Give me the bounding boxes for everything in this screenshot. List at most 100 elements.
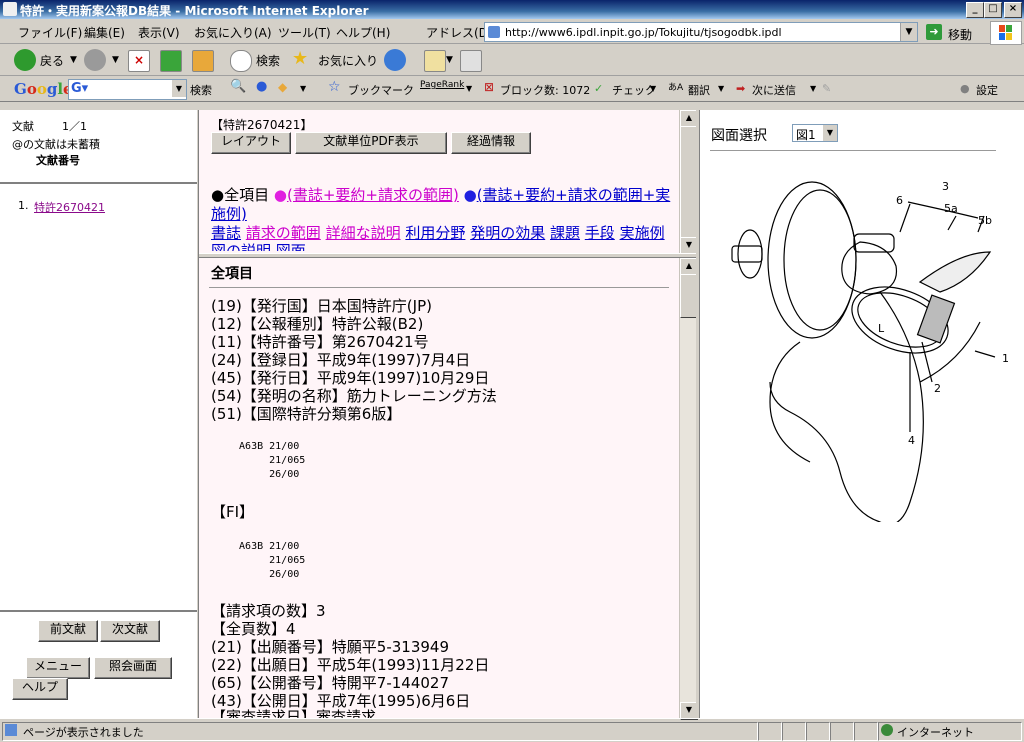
- doc-count: 1／1: [62, 120, 87, 133]
- back-icon[interactable]: [14, 49, 36, 71]
- address-label: アドレス(D): [426, 26, 493, 40]
- translate-icon[interactable]: あA: [668, 80, 683, 93]
- figure-label: L: [878, 322, 885, 335]
- history-button[interactable]: 経過情報: [451, 132, 531, 154]
- search-icon[interactable]: [230, 50, 252, 72]
- status-pane: [806, 722, 830, 741]
- home-icon[interactable]: [192, 50, 214, 72]
- google-search-input[interactable]: G▾ ▼: [68, 79, 187, 100]
- content-scrollbar[interactable]: ▲ ▼: [679, 258, 698, 720]
- address-bar[interactable]: http://www6.ipdl.inpit.go.jp/Tokujitu/tj…: [484, 22, 918, 42]
- forward-dropdown-icon[interactable]: ▼: [112, 55, 119, 65]
- translate-button[interactable]: 翻訳: [688, 82, 710, 98]
- globe-icon[interactable]: ●: [256, 79, 267, 94]
- search-button[interactable]: 検索: [256, 52, 280, 69]
- layout-button[interactable]: レイアウト: [211, 132, 291, 154]
- figure-label: 2: [934, 382, 941, 395]
- mail-icon[interactable]: [424, 50, 446, 72]
- options-dropdown-icon[interactable]: ▼: [300, 84, 306, 93]
- link-detailed-description[interactable]: 詳細な説明: [326, 224, 401, 242]
- link-figure-description[interactable]: 図の説明: [211, 242, 271, 251]
- figure-label: 4: [908, 434, 915, 447]
- go-button[interactable]: 移動: [948, 26, 972, 43]
- list-item-link[interactable]: 特許2670421: [34, 199, 105, 215]
- send-dropdown-icon[interactable]: ▼: [810, 84, 816, 93]
- close-button[interactable]: ×: [1004, 2, 1022, 18]
- status-message: ページが表示されました: [23, 726, 144, 739]
- stop-icon[interactable]: ×: [128, 50, 150, 72]
- status-pane: [854, 722, 878, 741]
- zone-pane: インターネット: [878, 722, 1022, 741]
- back-button[interactable]: 戻る: [40, 52, 64, 69]
- nav-frame: 【特許2670421】 レイアウト 文献単位PDF表示 経過情報 ●全項目 ●(…: [199, 110, 698, 255]
- refresh-icon[interactable]: [160, 50, 182, 72]
- link-effect[interactable]: 発明の効果: [470, 224, 545, 242]
- address-url[interactable]: http://www6.ipdl.inpit.go.jp/Tokujitu/tj…: [505, 26, 782, 39]
- link-problem[interactable]: 課題: [550, 224, 580, 242]
- link-means[interactable]: 手段: [585, 224, 615, 242]
- google-search-dropdown-icon[interactable]: ▼: [172, 80, 186, 97]
- popup-icon[interactable]: ◆: [278, 80, 287, 94]
- pdf-button[interactable]: 文献単位PDF表示: [295, 132, 447, 154]
- link-biblio[interactable]: 書誌: [211, 224, 241, 242]
- back-dropdown-icon[interactable]: ▼: [70, 55, 77, 65]
- maximize-button[interactable]: □: [984, 2, 1002, 18]
- bookmarks-button[interactable]: ブックマーク: [348, 82, 414, 98]
- menu-favorites[interactable]: お気に入り(A): [194, 24, 272, 41]
- help-button[interactable]: ヘルプ: [12, 678, 68, 700]
- status-pane: [782, 722, 806, 741]
- link-claims[interactable]: 請求の範囲: [246, 224, 321, 242]
- settings-icon[interactable]: ●: [960, 82, 970, 95]
- biblio-abstract-claims-link[interactable]: (書誌+要約+請求の範囲): [287, 186, 459, 204]
- address-dropdown-icon[interactable]: ▼: [900, 23, 917, 41]
- go-arrow-icon[interactable]: ➜: [926, 24, 942, 40]
- nav-scrollbar[interactable]: ▲ ▼: [679, 110, 698, 255]
- pagerank-label[interactable]: PageRank: [420, 80, 464, 90]
- pagerank-dropdown-icon[interactable]: ▼: [466, 84, 472, 93]
- link-drawings[interactable]: 図面: [276, 242, 306, 251]
- spellcheck-icon[interactable]: ✓: [594, 82, 603, 95]
- next-doc-button[interactable]: 次文献: [100, 620, 160, 642]
- content-frame: 全項目 (19)【発行国】日本国特許庁(JP) (12)【公報種別】特許公報(B…: [199, 258, 698, 720]
- send-to-button[interactable]: 次に送信: [752, 82, 796, 98]
- status-bar: ページが表示されました インターネット: [0, 718, 1024, 742]
- settings-button[interactable]: 設定: [976, 82, 998, 98]
- figure-select-dropdown-icon[interactable]: ▼: [823, 125, 837, 141]
- google-g-icon: G▾: [71, 81, 89, 96]
- google-search-button[interactable]: 検索: [190, 82, 212, 98]
- inquiry-button[interactable]: 照会画面: [94, 657, 172, 679]
- menu-view[interactable]: 表示(V): [138, 24, 180, 41]
- popup-blocked-count[interactable]: ブロック数: 1072: [500, 82, 590, 98]
- menu-help[interactable]: ヘルプ(H): [336, 24, 390, 41]
- unsaved-note: @の文献は未蓄積: [12, 138, 100, 151]
- link-field[interactable]: 利用分野: [405, 224, 465, 242]
- popup-blocker-icon[interactable]: ⊠: [484, 80, 494, 94]
- menu-button[interactable]: メニュー: [26, 657, 90, 679]
- ie-icon: [3, 2, 17, 16]
- minimize-button[interactable]: _: [966, 2, 984, 18]
- highlighter-icon[interactable]: ✎: [822, 82, 831, 95]
- bookmark-star-icon[interactable]: ☆: [328, 79, 341, 95]
- all-items-bullet-icon: ●: [211, 186, 225, 204]
- figure-select-value[interactable]: 図1: [796, 126, 816, 143]
- print-icon[interactable]: [460, 50, 482, 72]
- status-pane: [758, 722, 782, 741]
- menu-file[interactable]: ファイル(F): [18, 24, 82, 41]
- favorites-star-icon[interactable]: ★: [292, 48, 308, 69]
- spellcheck-dropdown-icon[interactable]: ▼: [650, 84, 656, 93]
- figure-frame: 図面選択 図1 ▼ 3 6 5a 5b L 1 2 4: [700, 110, 1024, 718]
- history-icon[interactable]: [384, 49, 406, 71]
- view-options: ●全項目 ●(書誌+要約+請求の範囲) ●(書誌+要約+請求の範囲+実施例): [211, 186, 673, 224]
- menu-tools[interactable]: ツール(T): [278, 24, 331, 41]
- link-examples[interactable]: 実施例: [620, 224, 665, 242]
- translate-dropdown-icon[interactable]: ▼: [718, 84, 724, 93]
- favorites-button[interactable]: お気に入り: [318, 52, 378, 69]
- prev-doc-button[interactable]: 前文献: [38, 620, 98, 642]
- doc-info-panel: 文献 1／1 @の文献は未蓄積 文献番号: [0, 110, 197, 184]
- forward-icon[interactable]: [84, 49, 106, 71]
- google-lens-icon[interactable]: 🔍: [230, 79, 246, 94]
- menu-edit[interactable]: 編集(E): [84, 24, 125, 41]
- send-icon[interactable]: ➡: [736, 82, 745, 95]
- figure-select[interactable]: 図1 ▼: [792, 124, 838, 142]
- mail-dropdown-icon[interactable]: ▼: [446, 55, 453, 65]
